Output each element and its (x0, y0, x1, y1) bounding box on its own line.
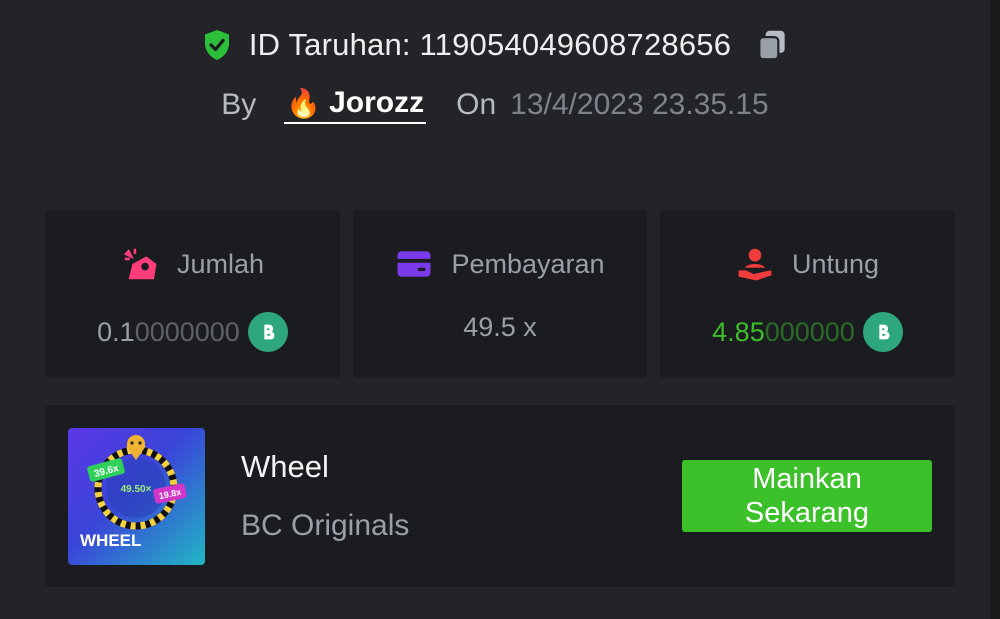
game-card: 49.50× 39.6x 19.8x WHEEL Wheel BC Origin… (45, 405, 955, 587)
thumb-title: WHEEL (80, 531, 141, 550)
play-now-label: Mainkan Sekarang (744, 463, 870, 529)
payout-multiplier: 49.5 x (463, 312, 537, 342)
thumb-center-multiplier: 49.50× (121, 484, 152, 495)
game-name: Wheel (241, 449, 329, 484)
amount-value-dim: 0000000 (134, 316, 240, 347)
bet-amount-icon (123, 248, 157, 280)
payout-title: Pembayaran (353, 246, 647, 282)
amount-label: Jumlah (176, 248, 265, 279)
game-thumbnail[interactable]: 49.50× 39.6x 19.8x WHEEL (68, 428, 205, 565)
amount-value: 0.1 0000000 (45, 312, 340, 352)
profit-value: 4.85 000000 (660, 312, 955, 352)
profit-value-dim: 000000 (764, 316, 855, 347)
username-link[interactable]: 🔥 Jorozz (284, 86, 427, 124)
bc-coin-icon (862, 312, 903, 352)
username: Jorozz (329, 86, 425, 119)
game-provider: BC Originals (241, 509, 410, 542)
bet-author-row: By 🔥 Jorozz On 13/4/2023 23.35.15 (0, 86, 990, 124)
credit-card-icon (397, 251, 431, 277)
verified-shield-icon (204, 30, 229, 60)
amount-title: Jumlah (45, 246, 340, 282)
bet-id: ID Taruhan: 119054049608728656 (248, 27, 732, 62)
amount-card: Jumlah 0.1 0000000 (45, 210, 340, 378)
payout-card: Pembayaran 49.5 x (353, 210, 647, 378)
copy-icon[interactable] (753, 26, 791, 64)
by-label: By (221, 88, 257, 121)
bet-id-row: ID Taruhan: 119054049608728656 (0, 26, 990, 64)
profit-label: Untung (791, 248, 880, 279)
play-now-button[interactable]: Mainkan Sekarang (682, 460, 932, 532)
bc-coin-icon (247, 312, 288, 352)
amount-value-main: 0.1 (97, 316, 135, 347)
payout-value: 49.5 x (353, 312, 647, 343)
profit-title: Untung (660, 246, 955, 282)
payout-label: Pembayaran (451, 248, 605, 279)
profit-hand-icon (738, 248, 772, 281)
bet-stats: Jumlah 0.1 0000000 Pembayaran 49.5 x Unt… (45, 210, 955, 378)
bet-header: ID Taruhan: 119054049608728656 By 🔥 Joro… (0, 0, 990, 150)
profit-card: Untung 4.85 000000 (660, 210, 955, 378)
on-label: On (456, 88, 497, 121)
bet-date: 13/4/2023 23.35.15 (510, 88, 769, 121)
profit-value-main: 4.85 (712, 316, 765, 347)
right-edge-strip (990, 0, 1000, 619)
fire-icon: 🔥 (286, 87, 322, 119)
wheel-game-art: 49.50× 39.6x 19.8x WHEEL (80, 435, 187, 550)
